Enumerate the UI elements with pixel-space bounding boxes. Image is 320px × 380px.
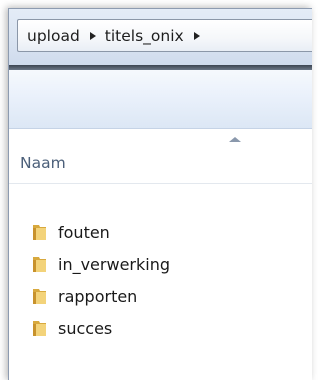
toolbar (9, 70, 312, 129)
folder-name: fouten (58, 222, 110, 242)
chevron-right-icon[interactable] (89, 31, 96, 40)
chevron-right-icon[interactable] (193, 31, 200, 40)
column-header-name[interactable]: Naam (20, 154, 66, 172)
folder-icon (30, 286, 50, 306)
explorer-window: upload titels_onix Naam fouten in_verwer… (8, 8, 312, 380)
folder-name: rapporten (58, 286, 138, 306)
folder-name: in_verwerking (58, 254, 170, 274)
breadcrumb-item-upload[interactable]: upload (27, 27, 80, 45)
list-item[interactable]: in_verwerking (9, 248, 312, 280)
folder-icon (30, 222, 50, 242)
column-header-row: Naam (9, 129, 312, 184)
sort-ascending-icon[interactable] (229, 137, 241, 142)
list-item[interactable]: rapporten (9, 280, 312, 312)
folder-icon (30, 254, 50, 274)
folder-icon (30, 318, 50, 338)
address-bar: upload titels_onix (9, 9, 312, 65)
list-item[interactable]: succes (9, 312, 312, 344)
folder-name: succes (58, 318, 113, 338)
list-item[interactable]: fouten (9, 216, 312, 248)
file-list: fouten in_verwerking rapporten succes (9, 216, 312, 344)
breadcrumb-item-titels-onix[interactable]: titels_onix (105, 27, 184, 45)
breadcrumb[interactable]: upload titels_onix (17, 19, 312, 52)
